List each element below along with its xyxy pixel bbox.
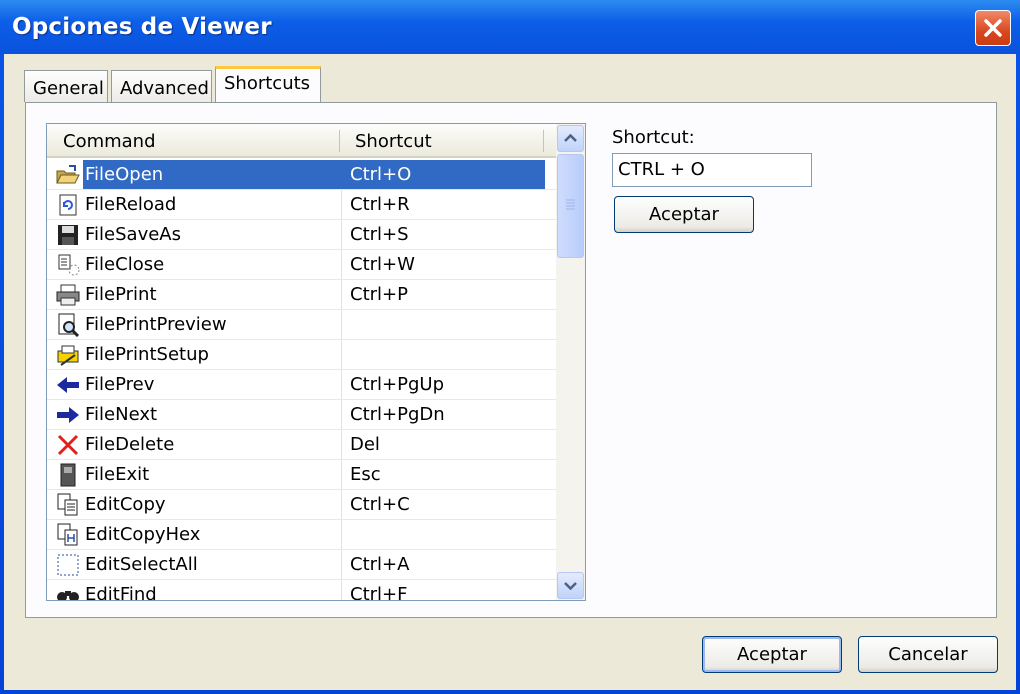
shortcut-label: Shortcut:	[612, 127, 695, 148]
shortcut-cell: Ctrl+PgUp	[350, 374, 444, 395]
floppy-icon	[55, 223, 81, 247]
grip-icon	[566, 199, 575, 210]
shortcut-cell: Ctrl+W	[350, 254, 415, 275]
shortcut-cell: Ctrl+A	[350, 554, 410, 575]
shortcut-cell: Ctrl+O	[342, 160, 545, 189]
shortcut-list[interactable]: Command Shortcut FileOpen Ctrl+O FileReloa…	[46, 123, 586, 601]
shortcut-cell: Ctrl+PgDn	[350, 404, 445, 425]
table-row[interactable]: FilePrev Ctrl+PgUp	[47, 370, 556, 400]
table-row[interactable]: EditCopy Ctrl+C	[47, 490, 556, 520]
list-header: Command Shortcut	[47, 124, 556, 158]
delete-x-icon	[55, 433, 81, 457]
print-preview-icon	[55, 313, 81, 338]
shortcuts-panel: Command Shortcut FileOpen Ctrl+O FileReloa…	[25, 102, 997, 618]
table-row[interactable]: FileOpen Ctrl+O	[47, 160, 556, 190]
shortcut-cell: Ctrl+S	[350, 224, 409, 245]
shortcut-cell: Del	[350, 434, 380, 455]
cancel-button[interactable]: Cancelar	[858, 636, 998, 673]
reload-icon	[55, 193, 81, 217]
command-cell: EditSelectAll	[85, 554, 198, 575]
command-cell: EditFind	[85, 584, 157, 601]
header-separator[interactable]	[543, 130, 544, 152]
tab-advanced[interactable]: Advanced	[111, 70, 212, 102]
shortcut-cell: Ctrl+R	[350, 194, 410, 215]
command-cell: FileExit	[85, 464, 150, 485]
header-shortcut[interactable]: Shortcut	[355, 131, 432, 152]
shortcut-cell	[342, 340, 545, 369]
folder-open-icon	[55, 163, 81, 187]
binoculars-icon	[55, 583, 81, 600]
close-file-icon	[55, 253, 81, 277]
exit-door-icon	[55, 463, 81, 487]
scroll-down-button[interactable]	[557, 572, 584, 599]
arrow-right-icon	[55, 403, 81, 427]
table-row[interactable]: FilePrintPreview	[47, 310, 556, 340]
table-row[interactable]: FilePrint Ctrl+P	[47, 280, 556, 310]
close-button[interactable]	[975, 10, 1011, 46]
command-cell: FilePrev	[85, 374, 155, 395]
command-cell: FileReload	[85, 194, 177, 215]
tab-general[interactable]: General	[24, 70, 108, 102]
table-row[interactable]: FileSaveAs Ctrl+S	[47, 220, 556, 250]
table-row[interactable]: EditSelectAll Ctrl+A	[47, 550, 556, 580]
table-row[interactable]: FileClose Ctrl+W	[47, 250, 556, 280]
print-setup-icon	[55, 343, 81, 367]
chevron-up-icon	[564, 133, 577, 142]
command-cell: FileDelete	[85, 434, 175, 455]
command-cell: EditCopyHex	[85, 524, 201, 545]
command-cell: EditCopy	[85, 494, 166, 515]
select-all-icon	[55, 553, 81, 577]
shortcut-cell: Ctrl+C	[350, 494, 410, 515]
command-cell: FileNext	[85, 404, 158, 425]
close-icon	[984, 19, 1002, 37]
command-cell: FileSaveAs	[85, 224, 181, 245]
command-cell: FilePrint	[85, 284, 157, 305]
chevron-down-icon	[564, 582, 577, 591]
dialog-client: General Advanced Shortcuts Command Short…	[4, 54, 1016, 690]
command-cell: FilePrintSetup	[85, 344, 209, 365]
title-bar[interactable]: Opciones de Viewer	[0, 0, 1020, 54]
scroll-thumb[interactable]	[557, 154, 584, 258]
shortcut-accept-button[interactable]: Aceptar	[614, 196, 754, 233]
window-title: Opciones de Viewer	[12, 14, 272, 40]
table-row[interactable]: FileDelete Del	[47, 430, 556, 460]
table-row[interactable]: EditCopyHex	[47, 520, 556, 550]
tab-shortcuts[interactable]: Shortcuts	[215, 66, 321, 102]
command-cell: FilePrintPreview	[85, 314, 227, 335]
table-row[interactable]: EditFind Ctrl+F	[47, 580, 556, 601]
copy-icon	[55, 493, 81, 517]
shortcut-input[interactable]: CTRL + O	[612, 153, 812, 187]
header-command[interactable]: Command	[63, 131, 156, 152]
shortcut-cell	[342, 520, 545, 549]
shortcut-cell	[342, 310, 545, 339]
table-row[interactable]: FileReload Ctrl+R	[47, 190, 556, 220]
vertical-scrollbar[interactable]	[556, 124, 585, 600]
dialog-window: Opciones de Viewer General Advanced Shor…	[0, 0, 1020, 694]
shortcut-cell: Ctrl+P	[350, 284, 408, 305]
table-row[interactable]: FileExit Esc	[47, 460, 556, 490]
copy-hex-icon	[55, 523, 81, 547]
shortcut-cell: Esc	[350, 464, 381, 485]
printer-icon	[55, 283, 81, 307]
table-row[interactable]: FileNext Ctrl+PgDn	[47, 400, 556, 430]
shortcut-cell: Ctrl+F	[350, 584, 408, 601]
scroll-up-button[interactable]	[557, 125, 584, 152]
arrow-left-icon	[55, 373, 81, 397]
ok-button[interactable]: Aceptar	[702, 636, 842, 673]
table-row[interactable]: FilePrintSetup	[47, 340, 556, 370]
header-separator[interactable]	[339, 130, 340, 152]
command-cell: FileClose	[85, 254, 165, 275]
command-cell: FileOpen	[83, 160, 341, 189]
shortcut-label-text: Shortcut:	[612, 127, 695, 148]
